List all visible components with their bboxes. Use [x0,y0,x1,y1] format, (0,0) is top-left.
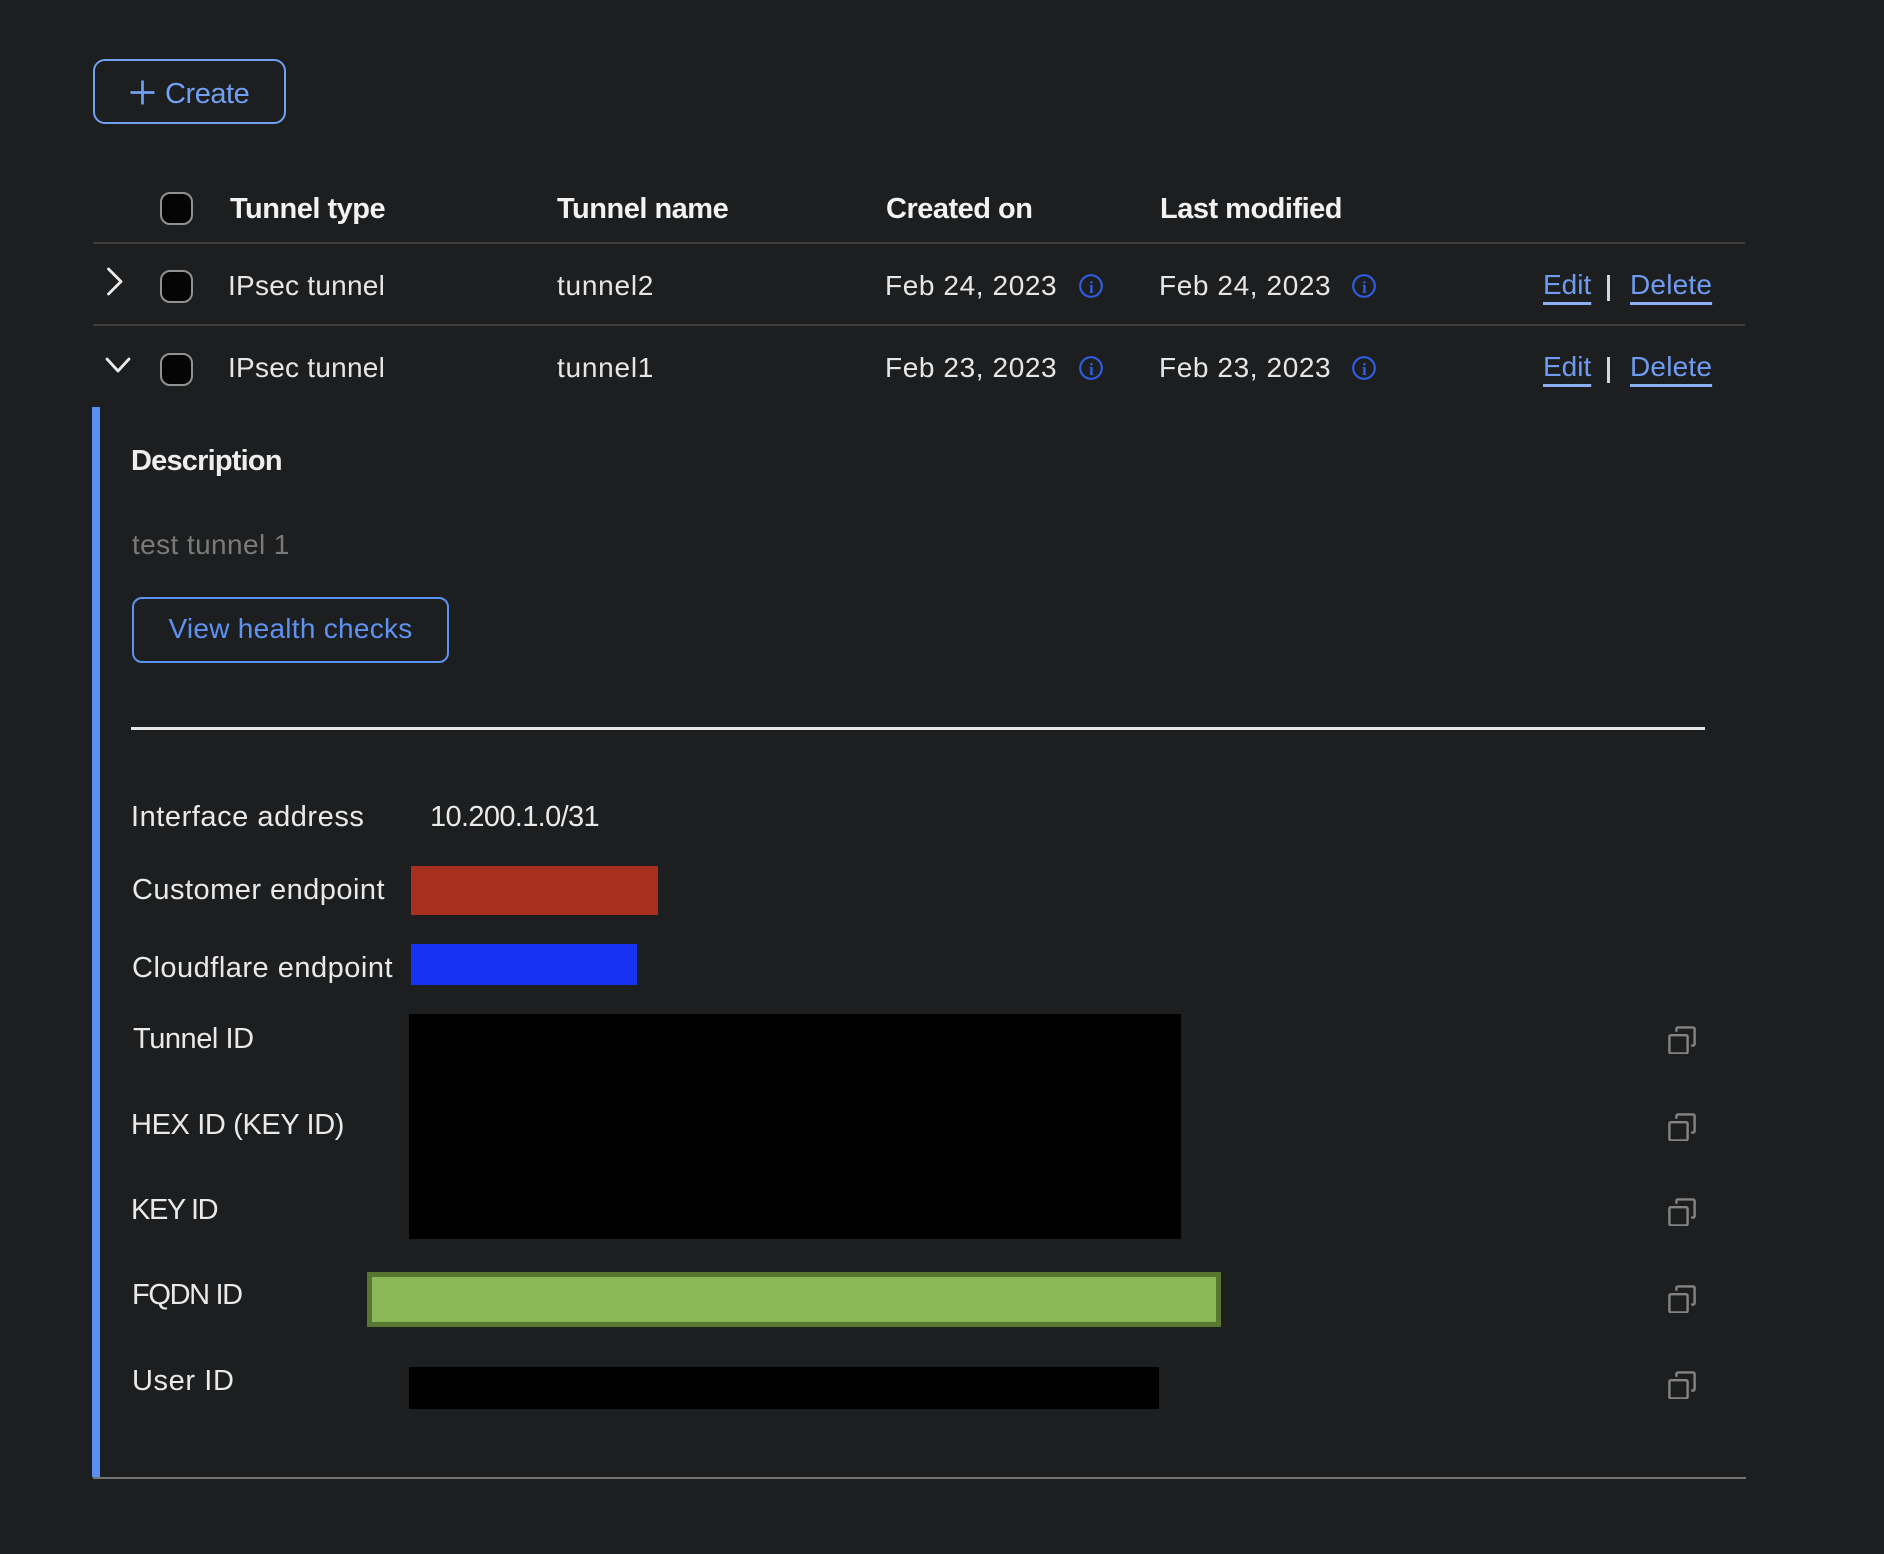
svg-text:i: i [1089,278,1094,297]
svg-text:i: i [1362,360,1367,379]
svg-text:i: i [1089,360,1094,379]
svg-text:i: i [1362,278,1367,297]
